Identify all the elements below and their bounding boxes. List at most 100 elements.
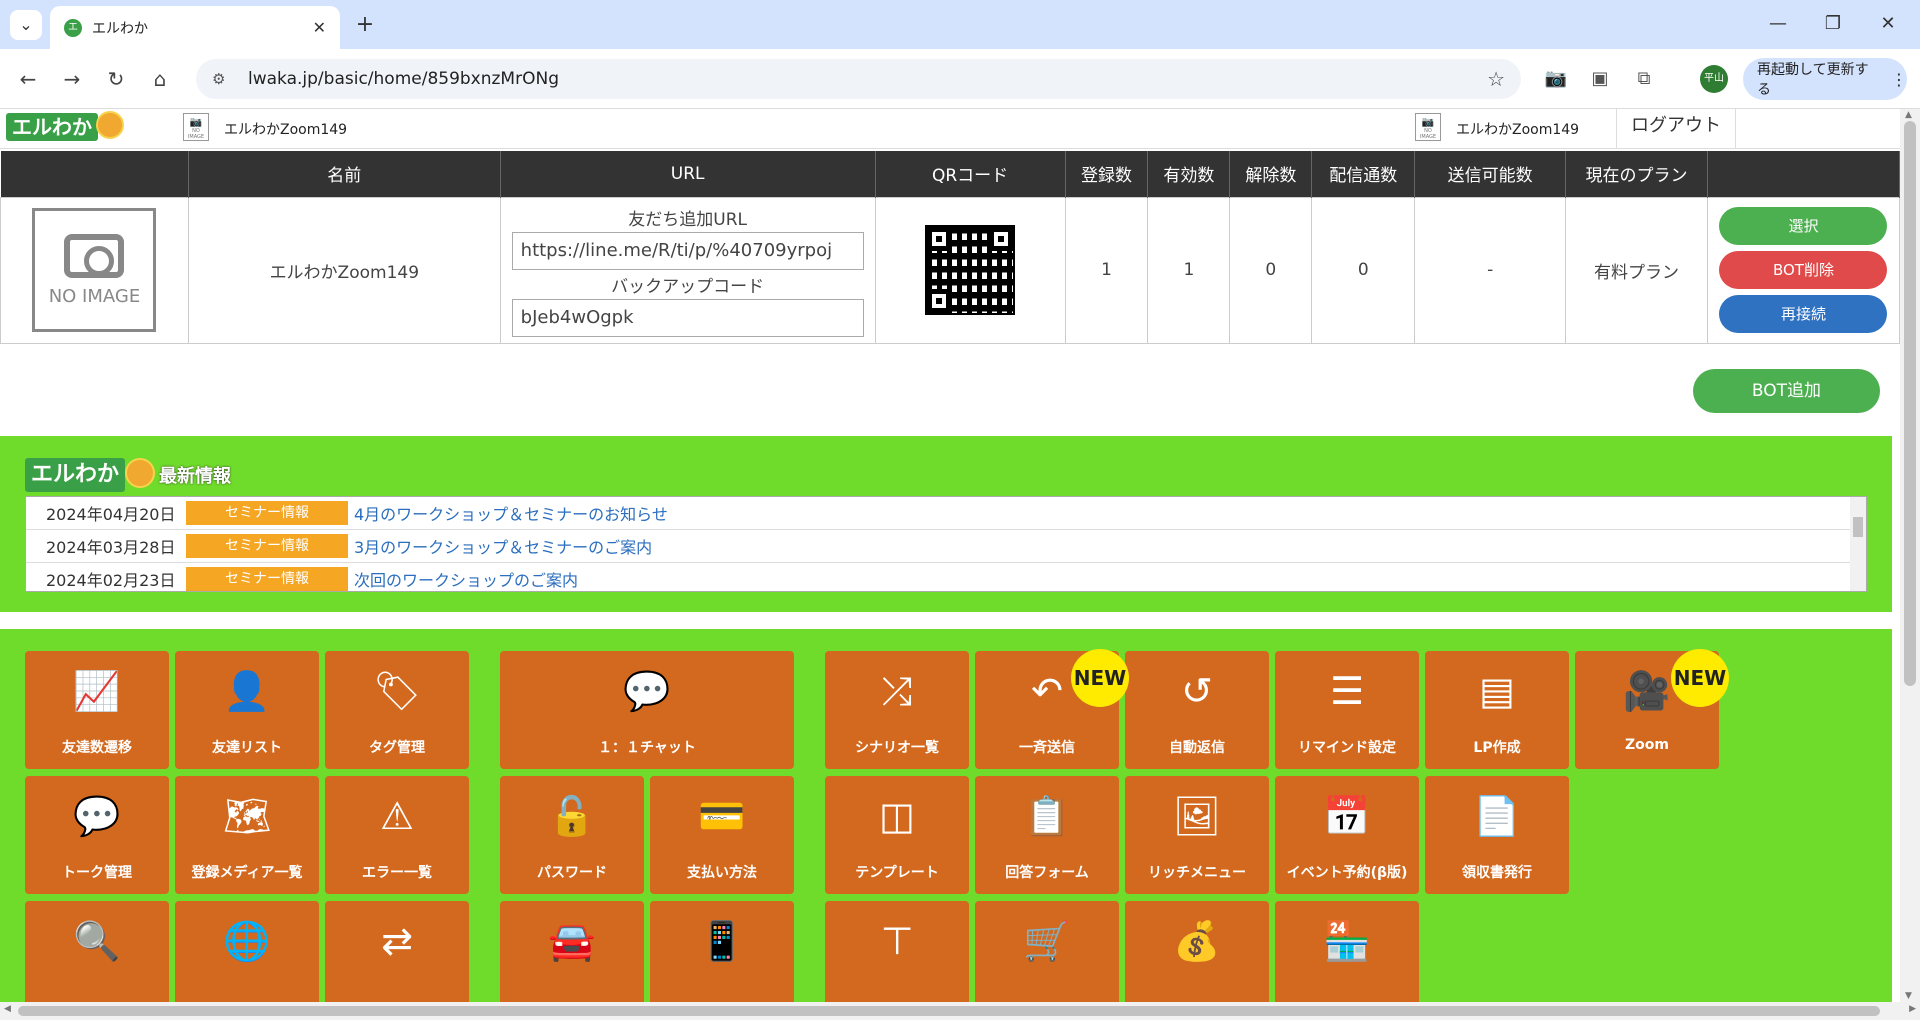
delete-bot-button[interactable]: BOT削除 [1719, 251, 1888, 289]
menu-tile[interactable]: ◫ テンプレート [825, 776, 969, 894]
forward-icon[interactable]: → [56, 63, 88, 95]
feature-menu: 📈 友達数遷移 👤 友達リスト 🏷 タグ管理 💬 １：１チャット ⤮ シナリオ一覧 ↶ 一斉送信 ↺ 自動… [0, 629, 1892, 1002]
menu-tile[interactable]: ▤ LP作成 [1425, 651, 1569, 769]
tab-close-icon[interactable]: ✕ [313, 18, 326, 37]
list-icon: ☰ [1329, 669, 1365, 713]
menu-tile[interactable]: 🔍 [25, 901, 169, 1002]
menu-tile-label: イベント予約(β版) [1286, 865, 1408, 881]
backup-code-field[interactable]: bJeb4wOgpk [511, 299, 864, 337]
reconnect-button[interactable]: 再接続 [1719, 295, 1888, 333]
news-link[interactable]: 3月のワークショップ＆セミナーのご案内 [354, 534, 652, 558]
menu-tile[interactable]: 💰 [1125, 901, 1269, 1002]
menu-tile[interactable]: 🖼 リッチメニュー [1125, 776, 1269, 894]
menu-tile[interactable]: 🏪 [1275, 901, 1419, 1002]
comment-icon: 💬 [73, 794, 121, 838]
select-button[interactable]: 選択 [1719, 207, 1888, 245]
friend-url-field[interactable]: https://line.me/R/ti/p/%40709yrpoj [511, 232, 864, 270]
map-icon: 🗺 [222, 794, 272, 838]
news-link[interactable]: 4月のワークショップ＆セミナーのお知らせ [354, 501, 668, 525]
menu-tile-label: １：１チャット [598, 740, 696, 756]
backup-code-label: バックアップコード [611, 277, 765, 297]
menu-tile[interactable]: 📋 回答フォーム [975, 776, 1119, 894]
minimize-icon[interactable]: — [1758, 10, 1798, 38]
news-scrollbar[interactable] [1850, 497, 1866, 591]
menu-dots-icon[interactable]: ⋮ [1891, 70, 1907, 89]
menu-tile[interactable]: 📄 領収書発行 [1425, 776, 1569, 894]
scroll-up-icon[interactable]: ▲ [1905, 110, 1912, 120]
qr-cell [874, 196, 1066, 344]
window-close-icon[interactable]: ✕ [1868, 10, 1908, 38]
browser-tab[interactable]: エ エルわか ✕ [50, 6, 340, 49]
logo-text: エルわか [12, 115, 92, 139]
column-header: 現在のプラン [1565, 151, 1708, 197]
tab-search-dropdown-icon[interactable]: ⌄ [10, 10, 42, 40]
address-bar[interactable]: ⚙ lwaka.jp/basic/home/859bxnzMrONg ☆ [196, 59, 1521, 99]
menu-tile[interactable]: ☰ リマインド設定 [1275, 651, 1419, 769]
noimage-label: NO IMAGE [48, 285, 141, 307]
camera-extension-icon[interactable]: 📷 [1540, 63, 1572, 95]
tags-icon: 🏷 [372, 669, 422, 713]
reload-icon[interactable]: ↻ [100, 63, 132, 95]
qr-finder-pattern [927, 227, 952, 251]
scroll-down-icon[interactable]: ▼ [1905, 991, 1912, 1001]
profile-avatar[interactable]: 平山 [1700, 65, 1728, 93]
camera-icon: 📷 [1421, 117, 1435, 128]
menu-tile[interactable]: 🌐 [175, 901, 319, 1002]
table-row: NO IMAGE エルわかZoom149 友だち追加URL https://li… [0, 196, 1900, 344]
account-name-right[interactable]: エルわかZoom149 [1456, 119, 1579, 139]
menu-tile[interactable]: 📈 友達数遷移 [25, 651, 169, 769]
relaunch-button[interactable]: 再起動して更新する ⋮ [1743, 58, 1907, 100]
restore-icon[interactable]: ❐ [1813, 10, 1853, 38]
menu-tile[interactable]: 🏷 タグ管理 [325, 651, 469, 769]
chart-line-icon: 📈 [73, 669, 121, 713]
www-icon: 🌐 [223, 919, 271, 963]
menu-tile[interactable]: ⚠ エラー一覧 [325, 776, 469, 894]
home-icon[interactable]: ⌂ [144, 63, 176, 95]
url-text[interactable]: lwaka.jp/basic/home/859bxnzMrONg [248, 69, 1487, 89]
page-scrollbar-thumb[interactable] [1904, 121, 1916, 686]
bot-noimage: NO IMAGE [32, 208, 157, 332]
page-horizontal-scrollbar[interactable]: ◀ ▶ [0, 1002, 1920, 1020]
menu-tile[interactable]: 👤 友達リスト [175, 651, 319, 769]
undo-icon: ↺ [1181, 669, 1213, 713]
column-header: 配信通数 [1311, 151, 1416, 197]
menu-tile[interactable]: 🚘 [500, 901, 644, 1002]
scroll-left-icon[interactable]: ◀ [4, 1004, 11, 1014]
menu-tile[interactable]: 💬 １：１チャット [500, 651, 794, 769]
news-item: 2024年03月28日 セミナー情報 3月のワークショップ＆セミナーのご案内 [26, 530, 1866, 563]
menu-tile[interactable]: 🗺 登録メディア一覧 [175, 776, 319, 894]
scroll-right-icon[interactable]: ▶ [1909, 1004, 1916, 1014]
menu-tile[interactable]: 📱 [650, 901, 794, 1002]
account-name-left[interactable]: エルわかZoom149 [224, 119, 347, 139]
app-logo[interactable]: エルわか [6, 111, 124, 141]
menu-tile[interactable]: 🛒 [975, 901, 1119, 1002]
page-vertical-scrollbar[interactable]: ▲ ▼ [1900, 109, 1920, 1002]
shuffle-icon: ⤮ [881, 669, 913, 713]
extensions-icon[interactable]: ⧉ [1628, 63, 1660, 95]
bookmark-star-icon[interactable]: ☆ [1487, 67, 1505, 91]
menu-tile[interactable]: ⇄ [325, 901, 469, 1002]
table-header-row: 名前 URL QRコード 登録数 有効数 解除数 配信通数 送信可能数 現在のプ… [0, 151, 1900, 197]
menu-tile[interactable]: 🔓 パスワード [500, 776, 644, 894]
menu-tile[interactable]: 💳 支払い方法 [650, 776, 794, 894]
friend-url-label: 友だち追加URL [628, 210, 748, 230]
back-icon[interactable]: ← [12, 63, 44, 95]
menu-tile[interactable]: ⊤ [825, 901, 969, 1002]
menu-tile[interactable]: ↺ 自動返信 [1125, 651, 1269, 769]
news-link[interactable]: 次回のワークショップのご案内 [354, 567, 578, 591]
screenshot-extension-icon[interactable]: ▣ [1584, 63, 1616, 95]
page-hscroll-thumb[interactable] [18, 1006, 1880, 1016]
new-tab-icon[interactable]: + [350, 11, 380, 39]
news-date: 2024年03月28日 [46, 538, 176, 557]
news-list: 2024年04月20日 セミナー情報 4月のワークショップ＆セミナーのお知らせ … [25, 496, 1867, 592]
site-info-icon[interactable]: ⚙ [212, 70, 234, 88]
menu-tile[interactable]: 📅 イベント予約(β版) [1275, 776, 1419, 894]
logout-link[interactable]: ログアウト [1616, 109, 1736, 149]
menu-tile-label: 友達リスト [212, 740, 282, 756]
menu-tile[interactable]: 💬 トーク管理 [25, 776, 169, 894]
news-scrollbar-thumb[interactable] [1853, 517, 1863, 537]
menu-tile[interactable]: ⤮ シナリオ一覧 [825, 651, 969, 769]
add-bot-button[interactable]: BOT追加 [1693, 369, 1880, 413]
bot-name: エルわかZoom149 [187, 196, 501, 344]
menu-tile-label: LP作成 [1473, 740, 1521, 756]
